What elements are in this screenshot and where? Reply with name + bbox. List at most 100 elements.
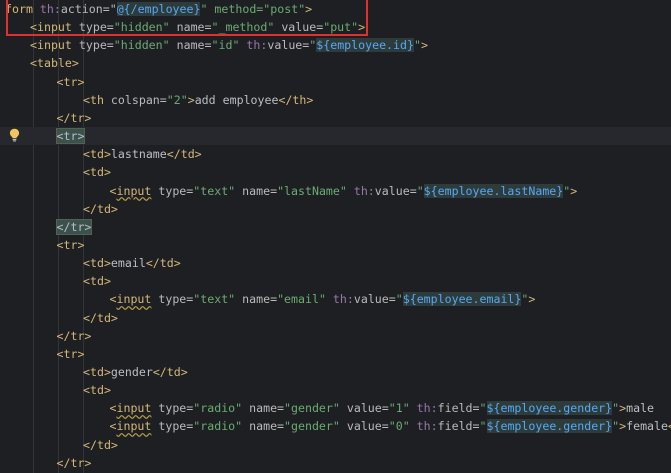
code-token: name= — [176, 38, 212, 53]
code-token: ${employee.gender} — [486, 401, 613, 416]
code-token: gender — [110, 365, 153, 379]
code-token: " — [413, 38, 421, 53]
code-line[interactable]: <input type="radio" name="gender" value=… — [0, 417, 671, 435]
code-token: > — [187, 92, 195, 107]
code-line[interactable]: <td>gender</td> — [0, 363, 671, 381]
code-token: "gender" — [284, 419, 347, 434]
code-token: > — [528, 292, 536, 307]
code-token: " — [479, 401, 487, 416]
code-token: name= — [249, 401, 285, 416]
code-token: </tr> — [56, 110, 92, 125]
code-token: " — [479, 419, 487, 434]
code-token: field= — [437, 401, 480, 416]
code-token: "email" — [277, 292, 333, 307]
code-token: lastname — [110, 147, 167, 162]
code-line[interactable]: <td> — [0, 163, 671, 181]
code-line[interactable]: <tr> — [0, 73, 671, 91]
code-token: " — [416, 183, 424, 198]
code-line[interactable]: <th colspan="2">add employee</th> — [0, 91, 671, 109]
code-token: <tr> — [55, 128, 86, 145]
code-token: <td> — [83, 256, 111, 271]
code-token: input — [116, 401, 152, 416]
code-token: value= — [346, 401, 389, 416]
code-token: field= — [437, 419, 480, 434]
lightbulb-icon[interactable] — [9, 128, 20, 142]
code-token: "gender" — [284, 401, 347, 416]
code-token: > — [570, 183, 578, 198]
code-line[interactable]: <tr> — [0, 127, 671, 146]
code-token: "text" — [193, 183, 243, 198]
code-line[interactable]: </tr> — [0, 218, 671, 236]
code-token: name= — [249, 419, 285, 434]
code-token: > — [420, 38, 428, 53]
code-token: female — [626, 419, 668, 434]
code-token: value= — [353, 292, 396, 307]
code-token: name= — [242, 292, 278, 307]
code-line[interactable]: </tr> — [0, 454, 671, 472]
code-token: <td> — [83, 365, 111, 379]
code-token: th: — [246, 38, 268, 53]
code-token: th: — [332, 292, 354, 307]
code-token: <td> — [83, 274, 111, 289]
code-token: "radio" — [193, 419, 250, 434]
code-token: </tr> — [56, 328, 92, 343]
code-line[interactable]: <input type="text" name="email" th:value… — [0, 290, 671, 308]
code-line[interactable]: <input type="text" name="lastName" th:va… — [0, 182, 671, 200]
code-token: </td> — [145, 256, 181, 271]
code-line[interactable]: <td> — [0, 381, 671, 399]
code-line[interactable]: </tr> — [0, 109, 671, 127]
code-token: </td> — [166, 147, 202, 162]
code-token: name= — [242, 183, 278, 198]
code-token: <td> — [83, 147, 111, 162]
code-line[interactable]: <tr> — [0, 236, 671, 254]
code-token: "2" — [166, 92, 188, 107]
code-line[interactable]: <table> — [0, 54, 671, 72]
code-token: input — [116, 419, 152, 434]
code-token: </tr> — [56, 455, 92, 470]
code-token: ${employee.id} — [316, 38, 414, 53]
code-token: type= — [151, 401, 194, 416]
code-token: type= — [151, 183, 194, 198]
code-line[interactable]: </tr> — [0, 327, 671, 345]
code-token: "1" — [388, 401, 417, 416]
code-token: <table> — [30, 56, 79, 71]
code-token: </th> — [278, 92, 314, 107]
code-token: </td> — [83, 201, 118, 216]
code-token: "hidden" — [113, 38, 177, 53]
code-token: th: — [353, 183, 375, 198]
code-line[interactable]: <td>email</td> — [0, 254, 671, 272]
code-token: " — [395, 292, 403, 307]
code-token: ${employee.lastName} — [423, 183, 564, 198]
code-token: value= — [346, 419, 389, 434]
code-editor[interactable]: form th:action="@{/employee}" method="po… — [0, 0, 671, 473]
code-token: <tr> — [56, 346, 85, 361]
code-token: value= — [267, 38, 310, 53]
code-token: </td> — [83, 437, 118, 452]
code-line[interactable]: <tr> — [0, 345, 671, 363]
code-line[interactable]: <input type="hidden" name="id" th:value=… — [0, 36, 671, 54]
code-token: <td> — [83, 165, 111, 180]
code-token: colspan= — [110, 92, 167, 107]
code-line[interactable]: </td> — [0, 309, 671, 327]
code-token: <tr> — [56, 237, 85, 252]
code-token: ${employee.gender} — [486, 419, 613, 434]
code-token: "text" — [193, 292, 243, 307]
code-token: <th — [83, 92, 111, 107]
code-token: value= — [374, 183, 417, 198]
code-token: input — [116, 292, 152, 307]
code-token: type= — [151, 419, 194, 434]
code-line[interactable]: <td> — [0, 272, 671, 290]
code-token: male — [626, 401, 655, 416]
code-line[interactable]: </td> — [0, 200, 671, 218]
code-token: <td> — [83, 383, 111, 398]
code-token: th: — [416, 401, 438, 416]
code-token: "radio" — [193, 401, 250, 416]
code-token: </td> — [152, 365, 188, 379]
code-token: email — [110, 256, 146, 271]
code-line[interactable]: </td> — [0, 436, 671, 454]
code-token: "0" — [388, 419, 417, 434]
code-line[interactable]: <td>lastname</td> — [0, 145, 671, 163]
code-token: <tr> — [56, 74, 85, 89]
code-token: add employee — [194, 92, 279, 107]
code-line[interactable]: <input type="radio" name="gender" value=… — [0, 399, 671, 417]
